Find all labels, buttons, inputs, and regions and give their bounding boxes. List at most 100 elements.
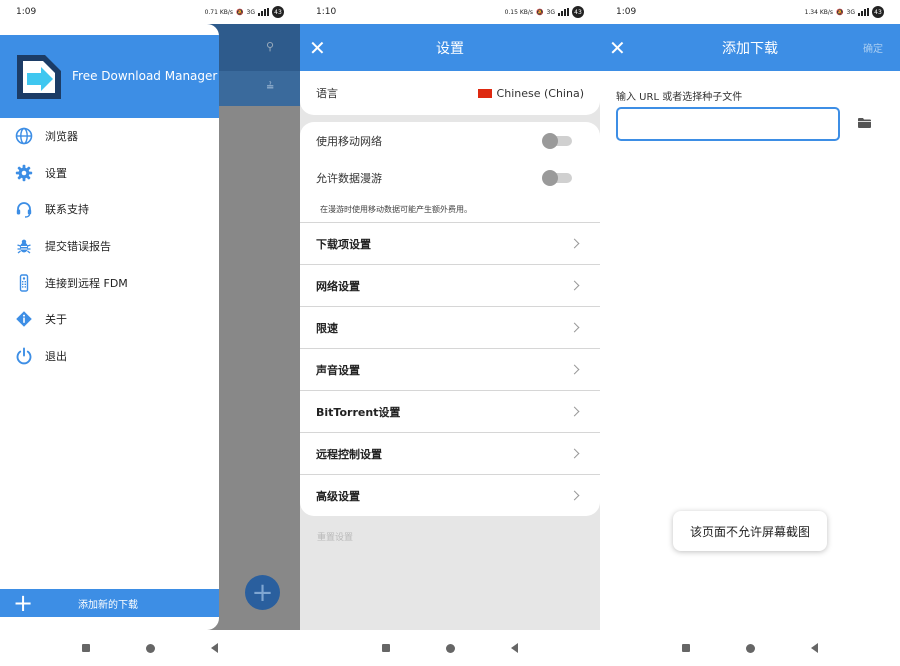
menu-item-about[interactable]: 关于 — [0, 301, 219, 338]
language-value: Chinese (China) — [496, 86, 584, 100]
settings-row-label: 高级设置 — [316, 489, 360, 503]
globe-icon — [14, 126, 34, 146]
chevron-right-icon — [569, 490, 580, 501]
fdm-logo-icon — [17, 55, 61, 99]
status-bar: 1:09 0.71 KB/s 🔕 3G 43 — [0, 0, 300, 24]
menu-item-remote-fdm[interactable]: 连接到远程 FDM — [0, 264, 219, 301]
settings-row-label: 声音设置 — [316, 363, 360, 377]
power-icon — [14, 346, 34, 366]
status-bar: 1:09 1.34 KB/s 🔕 3G 43 — [600, 0, 900, 24]
net-speed: 1.34 KB/s — [804, 8, 834, 16]
system-nav-bar — [300, 630, 600, 666]
chevron-right-icon — [569, 280, 580, 291]
status-time: 1:10 — [316, 7, 337, 17]
toggle-label: 使用移动网络 — [316, 134, 382, 148]
chevron-right-icon — [569, 364, 580, 375]
search-icon: ⚲ — [266, 40, 275, 53]
home-button[interactable] — [146, 643, 155, 653]
menu-item-bug-report[interactable]: 提交错误报告 — [0, 228, 219, 265]
add-new-download-button[interactable]: + 添加新的下载 — [0, 589, 219, 617]
settings-card: 使用移动网络 允许数据漫游 在漫游时使用移动数据可能产生额外费用。 下载项设置 … — [300, 122, 600, 516]
settings-row-label: 网络设置 — [316, 279, 360, 293]
back-button[interactable] — [211, 643, 218, 653]
net-speed: 0.15 KB/s — [504, 8, 534, 16]
language-setting[interactable]: 语言 Chinese (China) — [300, 71, 600, 115]
toggle-label: 允许数据漫游 — [316, 171, 382, 185]
toggle-knob — [542, 132, 558, 149]
signal-icon — [258, 8, 269, 16]
back-button[interactable] — [811, 643, 818, 653]
recents-button[interactable] — [682, 644, 690, 652]
gear-icon — [14, 163, 34, 183]
drawer-header: Free Download Manager — [0, 35, 219, 118]
toast-message: 该页面不允许屏幕截图 — [673, 511, 827, 551]
settings-row-speed-limit[interactable]: 限速 — [300, 306, 600, 348]
toggle-knob — [542, 169, 558, 186]
menu-item-support[interactable]: 联系支持 — [0, 191, 219, 228]
net-speed: 0.71 KB/s — [204, 8, 234, 16]
phone-screen-add-download: 1:09 1.34 KB/s 🔕 3G 43 ✕ 添加下载 确定 输入 URL … — [600, 0, 900, 666]
recents-button[interactable] — [82, 644, 90, 652]
mute-icon: 🔕 — [836, 8, 844, 16]
settings-row-sound[interactable]: 声音设置 — [300, 348, 600, 390]
settings-row-bittorrent[interactable]: BitTorrent设置 — [300, 390, 600, 432]
menu-item-settings[interactable]: 设置 — [0, 155, 219, 192]
url-input[interactable] — [616, 107, 840, 141]
add-new-download-label: 添加新的下载 — [78, 599, 138, 611]
plus-icon: + — [13, 589, 34, 617]
back-button[interactable] — [511, 643, 518, 653]
chevron-right-icon — [569, 448, 580, 459]
roaming-note: 在漫游时使用移动数据可能产生额外费用。 — [320, 204, 472, 214]
close-icon[interactable]: ✕ — [309, 36, 349, 60]
chevron-right-icon — [569, 238, 580, 249]
status-icons: 1.34 KB/s 🔕 3G 43 — [805, 6, 884, 18]
info-icon — [14, 309, 34, 329]
mobile-network-toggle[interactable] — [542, 132, 572, 149]
settings-row-downloads[interactable]: 下载项设置 — [300, 222, 600, 264]
system-nav-bar — [600, 630, 900, 666]
settings-row-remote-control[interactable]: 远程控制设置 — [300, 432, 600, 474]
chevron-right-icon — [569, 406, 580, 417]
china-flag-icon — [477, 89, 492, 98]
phone-screen-settings: 1:10 0.15 KB/s 🔕 3G 43 ✕ 设置 语言 Chinese (… — [300, 0, 600, 666]
settings-row-network[interactable]: 网络设置 — [300, 264, 600, 306]
settings-row-advanced[interactable]: 高级设置 — [300, 474, 600, 516]
status-icons: 0.71 KB/s 🔕 3G 43 — [205, 6, 284, 18]
navigation-drawer: Free Download Manager 浏览器 设置 联系支持 提交错误报告… — [0, 24, 219, 630]
settings-row-label: 下载项设置 — [316, 237, 371, 251]
mobile-network-setting: 使用移动网络 — [300, 122, 600, 159]
network-type: 3G — [846, 8, 855, 16]
home-button[interactable] — [446, 643, 455, 653]
menu-item-label: 退出 — [45, 349, 67, 363]
reset-settings-button[interactable]: 重置设置 — [317, 530, 353, 543]
menu-item-browser[interactable]: 浏览器 — [0, 118, 219, 155]
network-type: 3G — [246, 8, 255, 16]
signal-icon — [858, 8, 869, 16]
battery-level: 43 — [572, 6, 584, 18]
bug-icon — [14, 236, 34, 256]
menu-item-label: 连接到远程 FDM — [45, 276, 128, 290]
settings-row-label: 远程控制设置 — [316, 447, 382, 461]
close-icon[interactable]: ✕ — [609, 36, 649, 60]
sort-icon: ≟ — [266, 82, 275, 93]
home-button[interactable] — [746, 643, 755, 653]
headset-icon — [14, 199, 34, 219]
chevron-right-icon — [569, 322, 580, 333]
menu-item-label: 浏览器 — [45, 130, 78, 144]
settings-row-label: BitTorrent设置 — [316, 405, 401, 419]
network-type: 3G — [546, 8, 555, 16]
signal-icon — [558, 8, 569, 16]
data-roaming-toggle[interactable] — [542, 169, 572, 186]
menu-item-label: 设置 — [45, 166, 67, 180]
confirm-button[interactable]: 确定 — [863, 40, 883, 55]
mute-icon: 🔕 — [536, 8, 544, 16]
settings-row-label: 限速 — [316, 321, 338, 335]
status-icons: 0.15 KB/s 🔕 3G 43 — [505, 6, 584, 18]
menu-item-exit[interactable]: 退出 — [0, 338, 219, 375]
recents-button[interactable] — [382, 644, 390, 652]
phone-screen-drawer: 1:09 0.71 KB/s 🔕 3G 43 ⚲ ≟ + Free Downlo… — [0, 0, 300, 666]
language-label: 语言 — [316, 87, 338, 100]
folder-icon[interactable] — [858, 118, 871, 128]
battery-level: 43 — [872, 6, 884, 18]
mute-icon: 🔕 — [236, 8, 244, 16]
